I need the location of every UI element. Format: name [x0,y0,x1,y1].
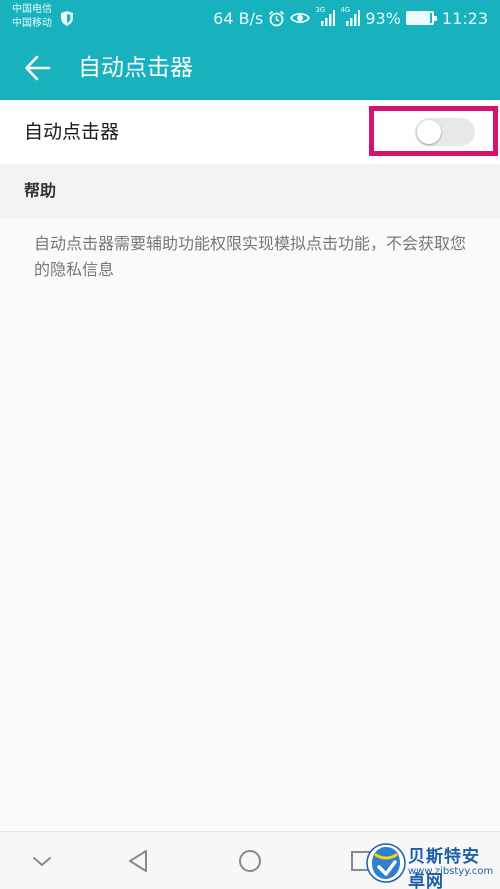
battery-icon [405,11,437,25]
battery-percent: 93% [365,8,401,28]
carrier-info: 中国电信 中国移动 [12,3,52,31]
watermark-logo-icon [366,843,406,883]
toggle-knob [417,120,441,144]
signal-icon [346,10,361,26]
page-title: 自动点击器 [78,55,193,81]
home-circle-icon[interactable] [235,846,265,876]
watermark-url: www.zjbstyy.com [408,866,494,877]
arrow-left-icon [25,55,51,81]
battery-fill [407,13,431,23]
help-section-header: 帮助 [0,164,500,218]
carrier-1: 中国电信 [12,4,52,15]
chevron-down-icon[interactable] [27,846,57,876]
network-speed: 64 B/s [213,8,264,28]
app-bar: 自动点击器 [0,36,500,100]
status-bar: 中国电信 中国移动 64 B/s 3G 4G 93% 11:23 [0,0,500,36]
shield-icon [61,11,73,26]
alarm-icon [269,10,285,26]
signal-1: 3G [315,6,336,27]
status-indicators: 64 B/s 3G 4G 93% 11:23 [213,0,488,36]
help-description: 自动点击器需要辅助功能权限实现模拟点击功能，不会获取您的隐私信息 [34,234,467,279]
back-button[interactable] [16,50,60,86]
auto-clicker-setting-row[interactable]: 自动点击器 [0,100,500,164]
setting-label: 自动点击器 [24,121,120,143]
signal-icon [321,10,336,26]
help-title: 帮助 [24,181,57,200]
auto-clicker-toggle[interactable] [415,118,475,146]
carrier-2: 中国移动 [12,18,52,29]
signal-2: 4G [340,6,361,27]
eye-icon [290,12,311,24]
clock: 11:23 [441,8,488,28]
watermark: 贝斯特安卓网 www.zjbstyy.com [366,840,496,889]
back-triangle-icon[interactable] [124,846,154,876]
